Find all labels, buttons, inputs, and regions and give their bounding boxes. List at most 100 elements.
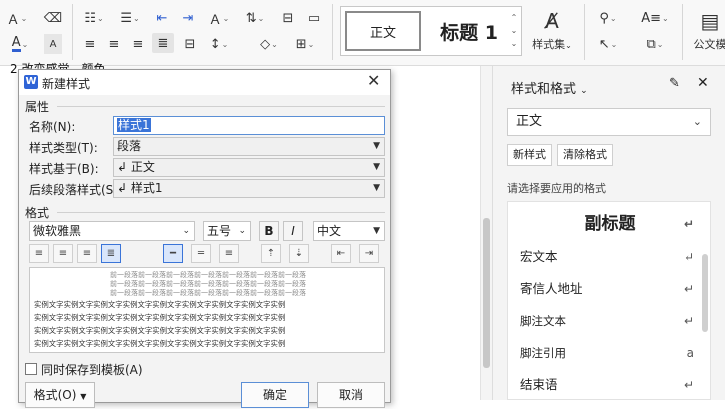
space-before-icon: ⇡: [267, 248, 275, 259]
official-doc-button[interactable]: ▤ 公文模: [688, 6, 725, 58]
align-right-button[interactable]: ≡: [77, 244, 97, 263]
official-doc-icon: ▤: [688, 6, 725, 36]
ribbon-divider: [72, 4, 73, 60]
ok-button[interactable]: 确定: [241, 382, 309, 408]
clear-format-icon: Ａ: [7, 9, 20, 28]
list-item[interactable]: 脚注引用 a: [508, 337, 711, 369]
style-type-select[interactable]: 段落▼: [113, 137, 385, 156]
space-after-button[interactable]: ⇣: [289, 244, 309, 263]
chevron-down-icon: ⌄: [238, 222, 246, 240]
align-right-button[interactable]: ≡: [128, 34, 148, 54]
align-center-button[interactable]: ≡: [53, 244, 73, 263]
increase-indent-button[interactable]: ⇥: [178, 8, 198, 28]
next-style-select[interactable]: ↲ 样式1▼: [113, 179, 385, 198]
numbering-icon: ☰: [120, 11, 132, 26]
bullets-button[interactable]: ☷⌄: [82, 8, 106, 28]
cancel-button[interactable]: 取消: [317, 382, 385, 408]
align-left-button[interactable]: ≡: [80, 34, 100, 54]
based-on-select[interactable]: ↲ 正文▼: [113, 158, 385, 177]
new-style-button[interactable]: 新样式: [507, 144, 552, 166]
list-item[interactable]: 结束语↵: [508, 369, 711, 400]
cursor-icon: ↖: [599, 37, 610, 52]
shading-icon: ◇: [260, 37, 270, 52]
current-style-value: 正文: [516, 114, 542, 129]
shading-button[interactable]: ◇⌄: [256, 34, 282, 54]
line-spacing-button[interactable]: ↕⌄: [206, 34, 232, 54]
gallery-scroll-arrows[interactable]: ⌃⌄⌄: [509, 11, 519, 50]
justify-button[interactable]: ≣: [152, 33, 174, 53]
save-to-template-checkbox[interactable]: [25, 363, 37, 375]
list-item[interactable]: 脚注文本↵: [508, 305, 711, 337]
char-border-button[interactable]: ⊟: [278, 8, 298, 28]
chevron-down-icon: ⌄: [693, 109, 702, 135]
close-icon[interactable]: ✕: [367, 71, 380, 90]
name-input[interactable]: 样式1: [113, 116, 385, 135]
style-gallery-heading1[interactable]: 标题 1: [433, 11, 505, 51]
double-spacing-button[interactable]: ≡: [219, 244, 239, 263]
paragraph-mark-icon: ↵: [684, 241, 694, 273]
space-after-icon: ⇣: [295, 248, 303, 259]
align-right-icon: ≡: [83, 248, 91, 259]
numbering-button[interactable]: ☰⌄: [118, 8, 142, 28]
list-item[interactable]: 副标题↵: [508, 208, 711, 240]
paragraph-mark-icon: ↵: [684, 369, 694, 400]
current-style-select[interactable]: 正文 ⌄: [507, 108, 711, 136]
align-left-button[interactable]: ≡: [29, 244, 49, 263]
format-button[interactable]: 格式(O) ▼: [25, 382, 95, 408]
shape-button[interactable]: ⧉⌄: [640, 34, 670, 54]
single-spacing-icon: ━: [170, 248, 176, 259]
find-button[interactable]: ⚲⌄: [594, 8, 622, 28]
style-item-label: 脚注引用: [520, 346, 566, 360]
list-item[interactable]: 寄信人地址↵: [508, 273, 711, 305]
space-before-button[interactable]: ⇡: [261, 244, 281, 263]
document-scrollbar[interactable]: [480, 66, 492, 400]
char-style-icon: a: [687, 337, 694, 369]
list-item[interactable]: 宏文本↵: [508, 241, 711, 273]
font-size-select[interactable]: 五号⌄: [203, 221, 251, 241]
char-shading-button[interactable]: A: [44, 34, 62, 54]
sort-button[interactable]: ⇅⌄: [242, 8, 268, 28]
panel-title[interactable]: 样式和格式 ⌄: [511, 78, 588, 97]
borders-icon: ⊞: [296, 37, 307, 52]
distribute-button[interactable]: ⊟: [180, 34, 200, 54]
textbox-button[interactable]: A≡⌄: [640, 8, 670, 28]
font-color-button[interactable]: A⌄: [6, 34, 34, 54]
scrollbar-thumb[interactable]: [483, 218, 490, 368]
styles-set-button[interactable]: A̸ 样式集⌄: [526, 6, 578, 58]
font-select[interactable]: 微软雅黑⌄: [29, 221, 195, 241]
char-spacing-icon: Ａ: [209, 9, 222, 28]
decrease-indent-button[interactable]: ⇤: [152, 8, 172, 28]
align-left-icon: ≡: [35, 248, 43, 259]
style-preview: 前一段落前一段落前一段落前一段落前一段落前一段落前一段落 前一段落前一段落前一段…: [29, 267, 385, 353]
save-to-template-label[interactable]: 同时保存到模板(A): [41, 361, 143, 378]
dropdown-arrow-icon: ▼: [373, 159, 380, 176]
justify-button[interactable]: ≣: [101, 244, 121, 263]
single-spacing-button[interactable]: ━: [163, 244, 183, 263]
style-list: 副标题↵ 宏文本↵ 寄信人地址↵ 脚注文本↵ 脚注引用 a 结束语↵: [507, 201, 711, 400]
borders-button[interactable]: ⊞⌄: [292, 34, 318, 54]
justify-icon: ≣: [107, 248, 115, 259]
justify-icon: ≣: [158, 36, 169, 51]
bold-button[interactable]: B: [259, 221, 279, 241]
italic-button[interactable]: I: [283, 221, 303, 241]
search-icon: ⚲: [599, 11, 609, 26]
styles-panel: 样式和格式 ⌄ ✎ ✕ 正文⌄ 新样式 清除格式 请选择要应用的格式 副标题↵ …: [492, 66, 725, 400]
eraser-button[interactable]: ⌫: [42, 8, 64, 28]
clear-format-panel-button[interactable]: 清除格式: [557, 144, 613, 166]
language-select[interactable]: 中文▼: [313, 221, 385, 241]
font-color-icon: A: [12, 36, 21, 52]
align-center-button[interactable]: ≡: [104, 34, 124, 54]
pin-icon[interactable]: ✎: [669, 76, 680, 91]
style-gallery-normal[interactable]: 正文: [345, 11, 421, 51]
style-list-scrollbar[interactable]: [702, 254, 708, 332]
preview-prev-paragraph: 前一段落前一段落前一段落前一段落前一段落前一段落前一段落: [30, 289, 385, 298]
dialog-titlebar[interactable]: W 新建样式 ✕: [19, 70, 390, 95]
increase-indent-button[interactable]: ⇥: [359, 244, 379, 263]
onehalf-spacing-button[interactable]: ═: [191, 244, 211, 263]
decrease-indent-button[interactable]: ⇤: [331, 244, 351, 263]
clear-format-button[interactable]: Ａ⌄: [4, 8, 30, 28]
select-button[interactable]: ↖⌄: [594, 34, 622, 54]
close-icon[interactable]: ✕: [697, 75, 709, 91]
para-mark-button[interactable]: ▭: [304, 8, 324, 28]
char-spacing-button[interactable]: Ａ⌄: [206, 8, 232, 28]
